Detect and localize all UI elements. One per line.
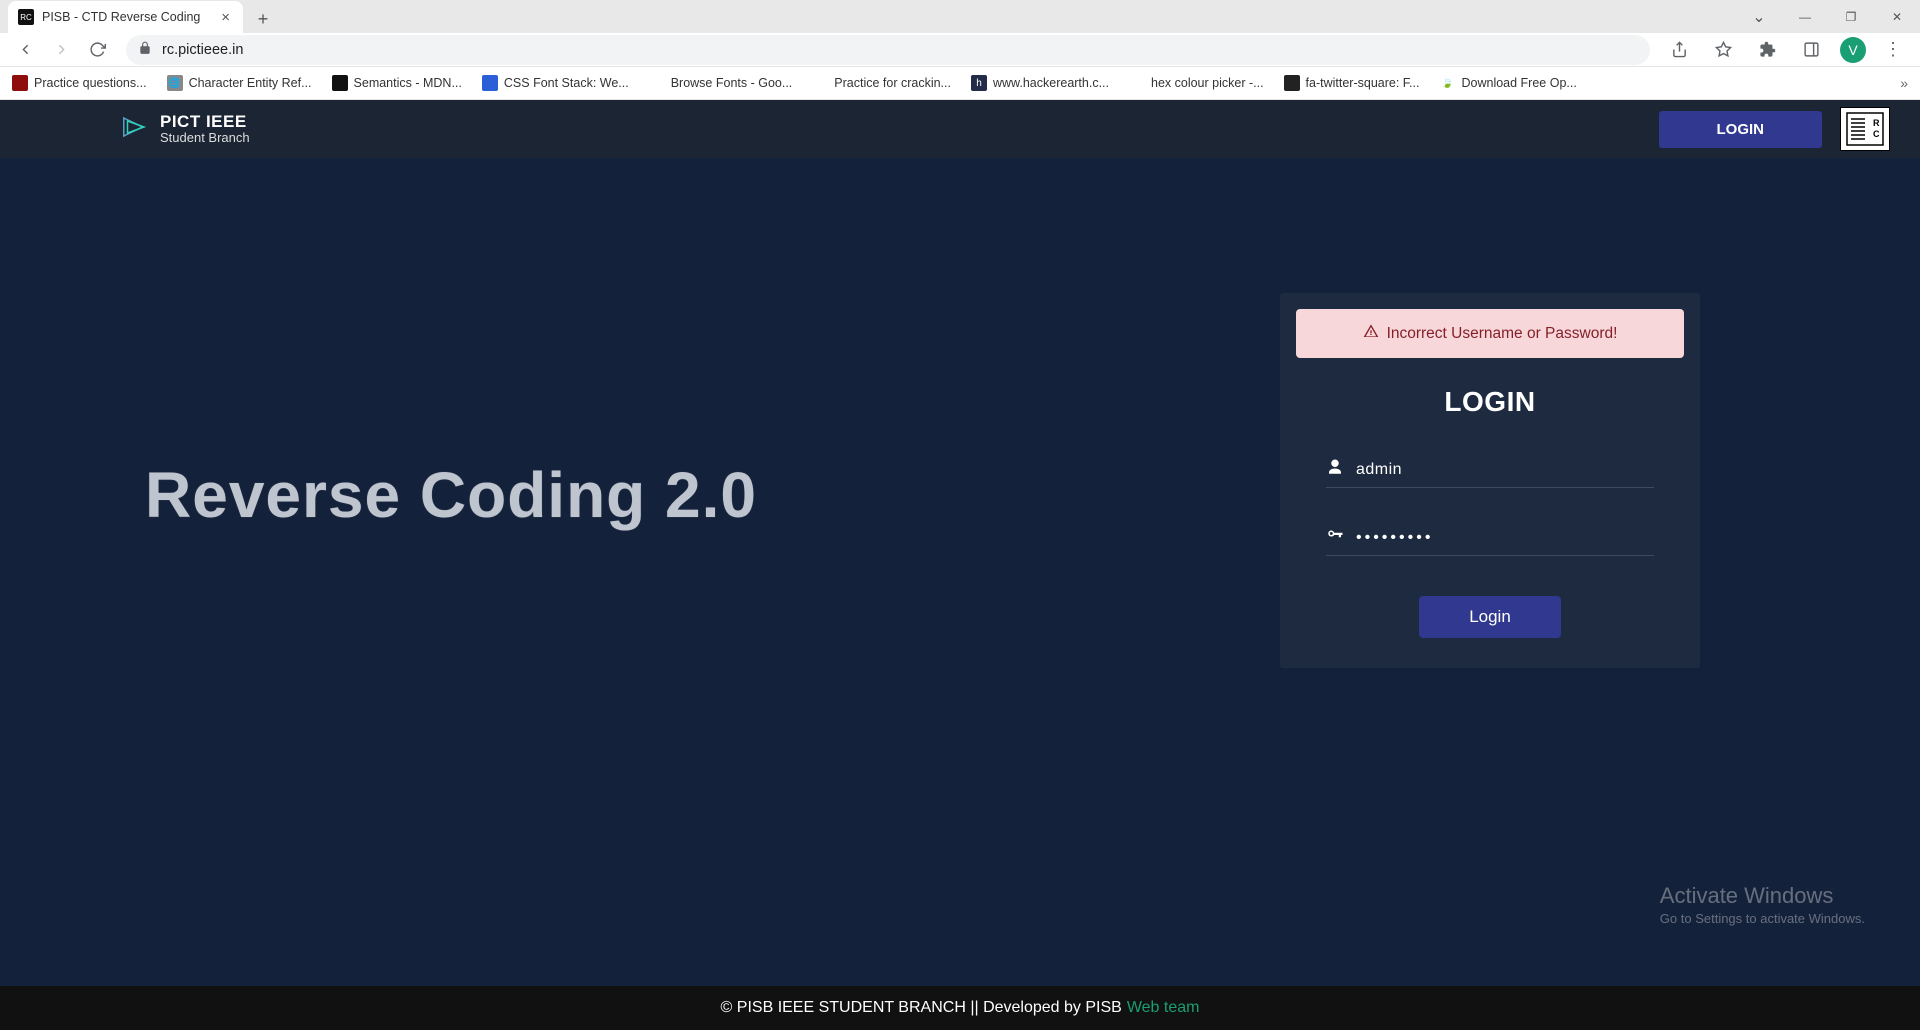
url-text: rc.pictieee.in xyxy=(162,42,243,58)
browser-menu-icon[interactable]: ⋮ xyxy=(1880,39,1906,60)
profile-avatar[interactable]: V xyxy=(1840,37,1866,63)
window-controls: ⌄ ― ❐ ✕ xyxy=(1736,0,1920,33)
maximize-button[interactable]: ❐ xyxy=(1828,0,1874,33)
bookmark-label: Practice questions... xyxy=(34,76,147,90)
page-viewport: PICT IEEE Student Branch LOGIN RC Revers… xyxy=(0,100,1920,1030)
watermark-title: Activate Windows xyxy=(1660,883,1865,909)
login-card: Incorrect Username or Password! LOGIN xyxy=(1280,293,1700,668)
bookmark-label: Download Free Op... xyxy=(1461,76,1576,90)
username-input[interactable] xyxy=(1356,461,1654,479)
svg-text:R: R xyxy=(1873,118,1880,128)
brand-logo-icon xyxy=(120,112,150,147)
back-button[interactable] xyxy=(10,35,40,65)
nav-rc-badge[interactable]: RC xyxy=(1840,107,1890,151)
nav-login-button[interactable]: LOGIN xyxy=(1659,111,1823,148)
bookmark-label: www.hackerearth.c... xyxy=(993,76,1109,90)
bookmark-label: fa-twitter-square: F... xyxy=(1306,76,1420,90)
browser-toolbar: rc.pictieee.in V ⋮ xyxy=(0,33,1920,67)
lock-icon xyxy=(138,41,152,59)
browser-tab[interactable]: RC PISB - CTD Reverse Coding × xyxy=(8,1,243,33)
bookmark-item[interactable]: h www.hackerearth.c... xyxy=(971,75,1109,91)
bookmark-favicon xyxy=(332,75,348,91)
bookmark-item[interactable]: Practice for crackin... xyxy=(812,75,951,91)
bookmark-favicon: G xyxy=(1129,75,1145,91)
user-icon xyxy=(1326,458,1344,481)
bookmark-favicon xyxy=(812,75,828,91)
key-icon xyxy=(1326,526,1344,549)
bookmark-favicon xyxy=(482,75,498,91)
bookmark-label: Practice for crackin... xyxy=(834,76,951,90)
site-footer: © PISB IEEE STUDENT BRANCH || Developed … xyxy=(0,986,1920,1030)
tab-dropdown-icon[interactable]: ⌄ xyxy=(1736,0,1782,33)
watermark-subtitle: Go to Settings to activate Windows. xyxy=(1660,911,1865,926)
brand-subtitle: Student Branch xyxy=(160,131,250,145)
new-tab-button[interactable]: + xyxy=(249,5,277,33)
browser-tab-strip: RC PISB - CTD Reverse Coding × + ⌄ ― ❐ ✕ xyxy=(0,0,1920,33)
password-input[interactable] xyxy=(1356,529,1654,547)
bookmark-item[interactable]: 🍃 Download Free Op... xyxy=(1439,75,1576,91)
bookmarks-overflow-icon[interactable]: » xyxy=(1900,75,1908,91)
share-icon[interactable] xyxy=(1664,35,1694,65)
bookmark-item[interactable]: 🌐 Character Entity Ref... xyxy=(167,75,312,91)
bookmark-label: hex colour picker -... xyxy=(1151,76,1264,90)
extensions-icon[interactable] xyxy=(1752,35,1782,65)
site-navbar: PICT IEEE Student Branch LOGIN RC xyxy=(0,100,1920,158)
bookmark-favicon: h xyxy=(971,75,987,91)
bookmark-label: Semantics - MDN... xyxy=(354,76,462,90)
bookmark-favicon xyxy=(1284,75,1300,91)
bookmarks-bar: Practice questions... 🌐 Character Entity R… xyxy=(0,67,1920,100)
close-tab-icon[interactable]: × xyxy=(218,9,233,26)
bookmark-favicon: 🍃 xyxy=(1439,75,1455,91)
minimize-button[interactable]: ― xyxy=(1782,0,1828,33)
svg-text:C: C xyxy=(1873,129,1880,139)
address-bar[interactable]: rc.pictieee.in xyxy=(126,35,1650,65)
sidepanel-icon[interactable] xyxy=(1796,35,1826,65)
hero-title: Reverse Coding 2.0 xyxy=(145,458,757,532)
bookmark-item[interactable]: Semantics - MDN... xyxy=(332,75,462,91)
close-window-button[interactable]: ✕ xyxy=(1874,0,1920,33)
forward-button[interactable] xyxy=(46,35,76,65)
error-text: Incorrect Username or Password! xyxy=(1387,325,1618,343)
login-submit-button[interactable]: Login xyxy=(1419,596,1561,638)
footer-text: © PISB IEEE STUDENT BRANCH || Developed … xyxy=(721,999,1122,1017)
windows-activation-watermark: Activate Windows Go to Settings to activ… xyxy=(1660,883,1865,926)
bookmark-favicon xyxy=(12,75,28,91)
main-content: Reverse Coding 2.0 Incorrect Username or… xyxy=(0,158,1920,986)
bookmark-label: Character Entity Ref... xyxy=(189,76,312,90)
bookmark-item[interactable]: CSS Font Stack: We... xyxy=(482,75,629,91)
bookmark-star-icon[interactable] xyxy=(1708,35,1738,65)
bookmark-item[interactable]: fa-twitter-square: F... xyxy=(1284,75,1420,91)
footer-webteam-link[interactable]: Web team xyxy=(1127,999,1200,1017)
bookmark-label: CSS Font Stack: We... xyxy=(504,76,629,90)
password-field xyxy=(1326,526,1654,556)
tab-title: PISB - CTD Reverse Coding xyxy=(42,10,210,24)
username-field xyxy=(1326,458,1654,488)
login-heading: LOGIN xyxy=(1296,386,1684,418)
error-alert: Incorrect Username or Password! xyxy=(1296,309,1684,358)
brand-title: PICT IEEE xyxy=(160,113,250,132)
bookmark-item[interactable]: Browse Fonts - Goo... xyxy=(649,75,793,91)
tab-favicon: RC xyxy=(18,9,34,25)
brand[interactable]: PICT IEEE Student Branch xyxy=(120,112,250,147)
reload-button[interactable] xyxy=(82,35,112,65)
bookmark-item[interactable]: Ghex colour picker -... xyxy=(1129,75,1264,91)
warning-icon xyxy=(1363,323,1379,344)
bookmark-favicon xyxy=(649,75,665,91)
bookmark-item[interactable]: Practice questions... xyxy=(12,75,147,91)
bookmark-label: Browse Fonts - Goo... xyxy=(671,76,793,90)
bookmark-favicon: 🌐 xyxy=(167,75,183,91)
